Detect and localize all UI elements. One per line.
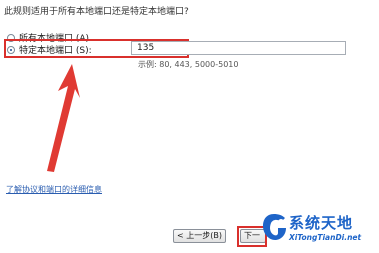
protocol-port-help-link[interactable]: 了解协议和端口的详细信息 [6, 184, 102, 195]
watermark-url: XiTongTianDi.net [289, 233, 362, 242]
watermark-title: 系统天地 [289, 214, 354, 232]
watermark-logo-icon [263, 214, 286, 240]
back-button[interactable]: < 上一步(B) [173, 229, 226, 243]
